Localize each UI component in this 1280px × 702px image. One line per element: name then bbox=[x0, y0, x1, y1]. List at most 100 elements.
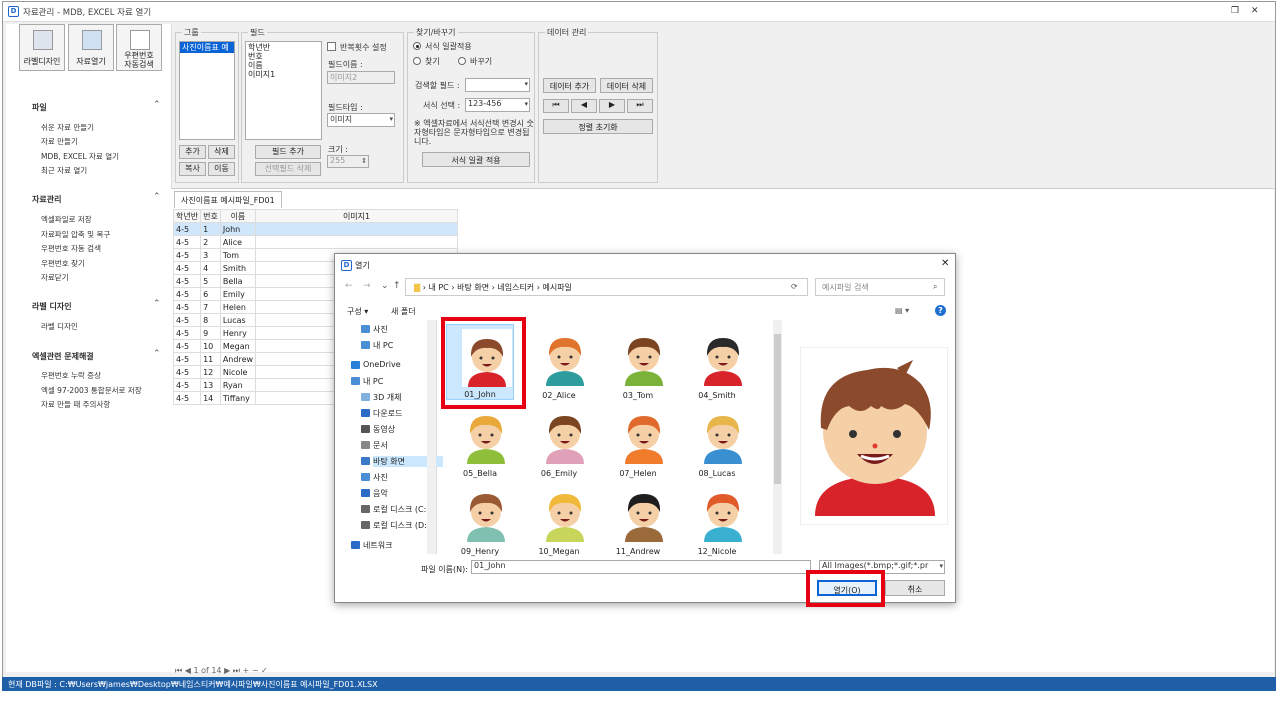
refresh-icon[interactable]: ⟳ bbox=[791, 282, 798, 291]
field-list-item[interactable]: 이미지1 bbox=[248, 70, 319, 79]
sidebar-link[interactable]: 자료 만들기 bbox=[41, 136, 78, 147]
tree-item[interactable]: 음악 bbox=[361, 488, 388, 499]
sidebar-link[interactable]: MDB, EXCEL 자료 열기 bbox=[41, 151, 119, 162]
field-type-select[interactable]: 이미지 ▾ bbox=[327, 113, 395, 127]
sidebar-link[interactable]: 자료파일 압축 및 복구 bbox=[41, 229, 110, 240]
last-record-icon[interactable]: ⏭ bbox=[627, 99, 653, 113]
replace-radio[interactable] bbox=[458, 57, 466, 65]
table-cell[interactable]: 8 bbox=[200, 313, 221, 327]
table-cell[interactable]: 4-5 bbox=[172, 339, 202, 353]
chevron-up-icon[interactable]: ⌃ bbox=[153, 192, 161, 202]
table-cell[interactable]: Henry bbox=[219, 326, 257, 340]
sidebar-link[interactable]: 자료닫기 bbox=[41, 272, 69, 283]
table-cell[interactable] bbox=[255, 222, 459, 236]
table-cell[interactable]: 5 bbox=[200, 274, 221, 288]
table-cell[interactable]: 6 bbox=[200, 287, 221, 301]
find-radio[interactable] bbox=[413, 57, 421, 65]
column-header[interactable]: 이미지1 bbox=[255, 209, 459, 223]
table-cell[interactable]: 4-5 bbox=[172, 300, 202, 314]
filename-input[interactable]: 01_John bbox=[471, 560, 811, 574]
add-data-button[interactable]: 데이터 추가 bbox=[543, 78, 596, 93]
first-record-icon[interactable]: ⏮ bbox=[543, 99, 569, 113]
tree-item[interactable]: 사진 bbox=[361, 472, 388, 483]
table-cell[interactable] bbox=[255, 235, 459, 249]
tree-item[interactable]: OneDrive bbox=[351, 360, 401, 369]
grid-pager[interactable]: ⏮ ◀ 1 of 14 ▶ ⏭ + − ✓ bbox=[175, 666, 268, 676]
table-cell[interactable]: 4 bbox=[200, 261, 221, 275]
table-cell[interactable]: 1 bbox=[200, 222, 221, 236]
field-list[interactable]: 학년반 번호 이름 이미지1 bbox=[245, 41, 322, 140]
folder-tree[interactable]: 사진 내 PC OneDrive 내 PC 3D 개체 다운로드 동영상 문서 바탕 화면 사진 음… bbox=[335, 320, 443, 554]
open-data-button[interactable]: 자료열기 bbox=[68, 24, 114, 71]
sidebar-link[interactable]: 우편번호 찾기 bbox=[41, 258, 85, 269]
file-item[interactable]: 04_Smith bbox=[683, 324, 751, 400]
table-cell[interactable]: 7 bbox=[200, 300, 221, 314]
table-cell[interactable]: 4-5 bbox=[172, 365, 202, 379]
sidebar-link[interactable]: 라벨 디자인 bbox=[41, 321, 78, 332]
tree-item[interactable]: 로컬 디스크 (C:) bbox=[361, 504, 429, 515]
address-bar[interactable]: ▇ › 내 PC › 바탕 화면 › 네임스티커 › 예시파일 bbox=[405, 278, 808, 296]
back-icon[interactable]: ← bbox=[345, 281, 353, 291]
group-delete-button[interactable]: 삭제 bbox=[208, 145, 235, 159]
file-item[interactable]: 06_Emily bbox=[525, 402, 593, 478]
table-row[interactable]: 4-5 1 John bbox=[172, 222, 459, 236]
restore-icon[interactable]: ❐ bbox=[1231, 6, 1239, 16]
tree-item[interactable]: 네트워크 bbox=[351, 540, 392, 551]
chevron-up-icon[interactable]: ⌃ bbox=[153, 349, 161, 359]
table-cell[interactable]: Alice bbox=[219, 235, 257, 249]
table-cell[interactable]: 10 bbox=[200, 339, 221, 353]
table-cell[interactable]: 4-5 bbox=[172, 326, 202, 340]
file-item[interactable]: 07_Helen bbox=[604, 402, 672, 478]
organize-button[interactable]: 구성 ▾ bbox=[347, 306, 368, 317]
breadcrumb-item[interactable]: 내 PC bbox=[428, 283, 448, 292]
view-toggle-icon[interactable]: ▤ ▾ bbox=[895, 306, 909, 315]
field-list-item[interactable]: 학년반 bbox=[248, 43, 319, 52]
sidebar-link[interactable]: 우편번호 누락 증상 bbox=[41, 370, 101, 381]
column-header[interactable]: 학년반 bbox=[172, 209, 202, 223]
file-item[interactable]: 05_Bella bbox=[446, 402, 514, 478]
table-cell[interactable]: 4-5 bbox=[172, 248, 202, 262]
sidebar-link[interactable]: 우편번호 자동 검색 bbox=[41, 243, 101, 254]
add-field-button[interactable]: 필드 추가 bbox=[255, 145, 321, 159]
table-cell[interactable]: Ryan bbox=[219, 378, 257, 392]
table-cell[interactable]: 4-5 bbox=[172, 313, 202, 327]
column-header[interactable]: 이름 bbox=[219, 209, 257, 223]
search-input[interactable]: 예시파일 검색 bbox=[815, 278, 945, 296]
table-cell[interactable]: 4-5 bbox=[172, 235, 202, 249]
table-cell[interactable]: 12 bbox=[200, 365, 221, 379]
group-move-button[interactable]: 이동 bbox=[208, 162, 235, 176]
table-cell[interactable]: Helen bbox=[219, 300, 257, 314]
table-cell[interactable]: John bbox=[219, 222, 257, 236]
tree-item[interactable]: 내 PC bbox=[351, 376, 383, 387]
table-cell[interactable]: 4-5 bbox=[172, 261, 202, 275]
table-cell[interactable]: 4-5 bbox=[172, 378, 202, 392]
file-item[interactable]: 12_Nicole bbox=[683, 480, 751, 556]
file-item[interactable]: 08_Lucas bbox=[683, 402, 751, 478]
sidebar-section-title[interactable]: 엑셀관련 문제해결 bbox=[32, 351, 94, 362]
sidebar-section-title[interactable]: 자료관리 bbox=[32, 194, 61, 205]
table-cell[interactable]: Nicole bbox=[219, 365, 257, 379]
breadcrumb-item[interactable]: 예시파일 bbox=[542, 283, 571, 292]
prev-record-icon[interactable]: ◀ bbox=[571, 99, 597, 113]
sidebar-link[interactable]: 최근 자료 열기 bbox=[41, 165, 87, 176]
table-cell[interactable]: 4-5 bbox=[172, 274, 202, 288]
column-header[interactable]: 번호 bbox=[200, 209, 221, 223]
file-item[interactable]: 03_Tom bbox=[604, 324, 672, 400]
chevron-up-icon[interactable]: ⌃ bbox=[153, 100, 161, 110]
table-cell[interactable]: 4-5 bbox=[172, 391, 202, 405]
tree-item[interactable]: 다운로드 bbox=[361, 408, 402, 419]
table-cell[interactable]: Tiffany bbox=[219, 391, 257, 405]
format-select[interactable]: 123-456 ▾ bbox=[465, 98, 530, 112]
table-cell[interactable]: Megan bbox=[219, 339, 257, 353]
next-record-icon[interactable]: ▶ bbox=[599, 99, 625, 113]
label-design-button[interactable]: 라벨디자인 bbox=[19, 24, 65, 71]
table-cell[interactable]: Tom bbox=[219, 248, 257, 262]
table-cell[interactable]: 4-5 bbox=[172, 287, 202, 301]
files-scrollbar[interactable] bbox=[773, 320, 782, 554]
table-cell[interactable]: Bella bbox=[219, 274, 257, 288]
table-cell[interactable]: 14 bbox=[200, 391, 221, 405]
tree-item[interactable]: 로컬 디스크 (D:) bbox=[361, 520, 430, 531]
table-cell[interactable]: Andrew bbox=[219, 352, 257, 366]
tab-sheet[interactable]: 사진이름표 예시파일_FD01 bbox=[174, 191, 282, 208]
table-cell[interactable]: 4-5 bbox=[172, 352, 202, 366]
